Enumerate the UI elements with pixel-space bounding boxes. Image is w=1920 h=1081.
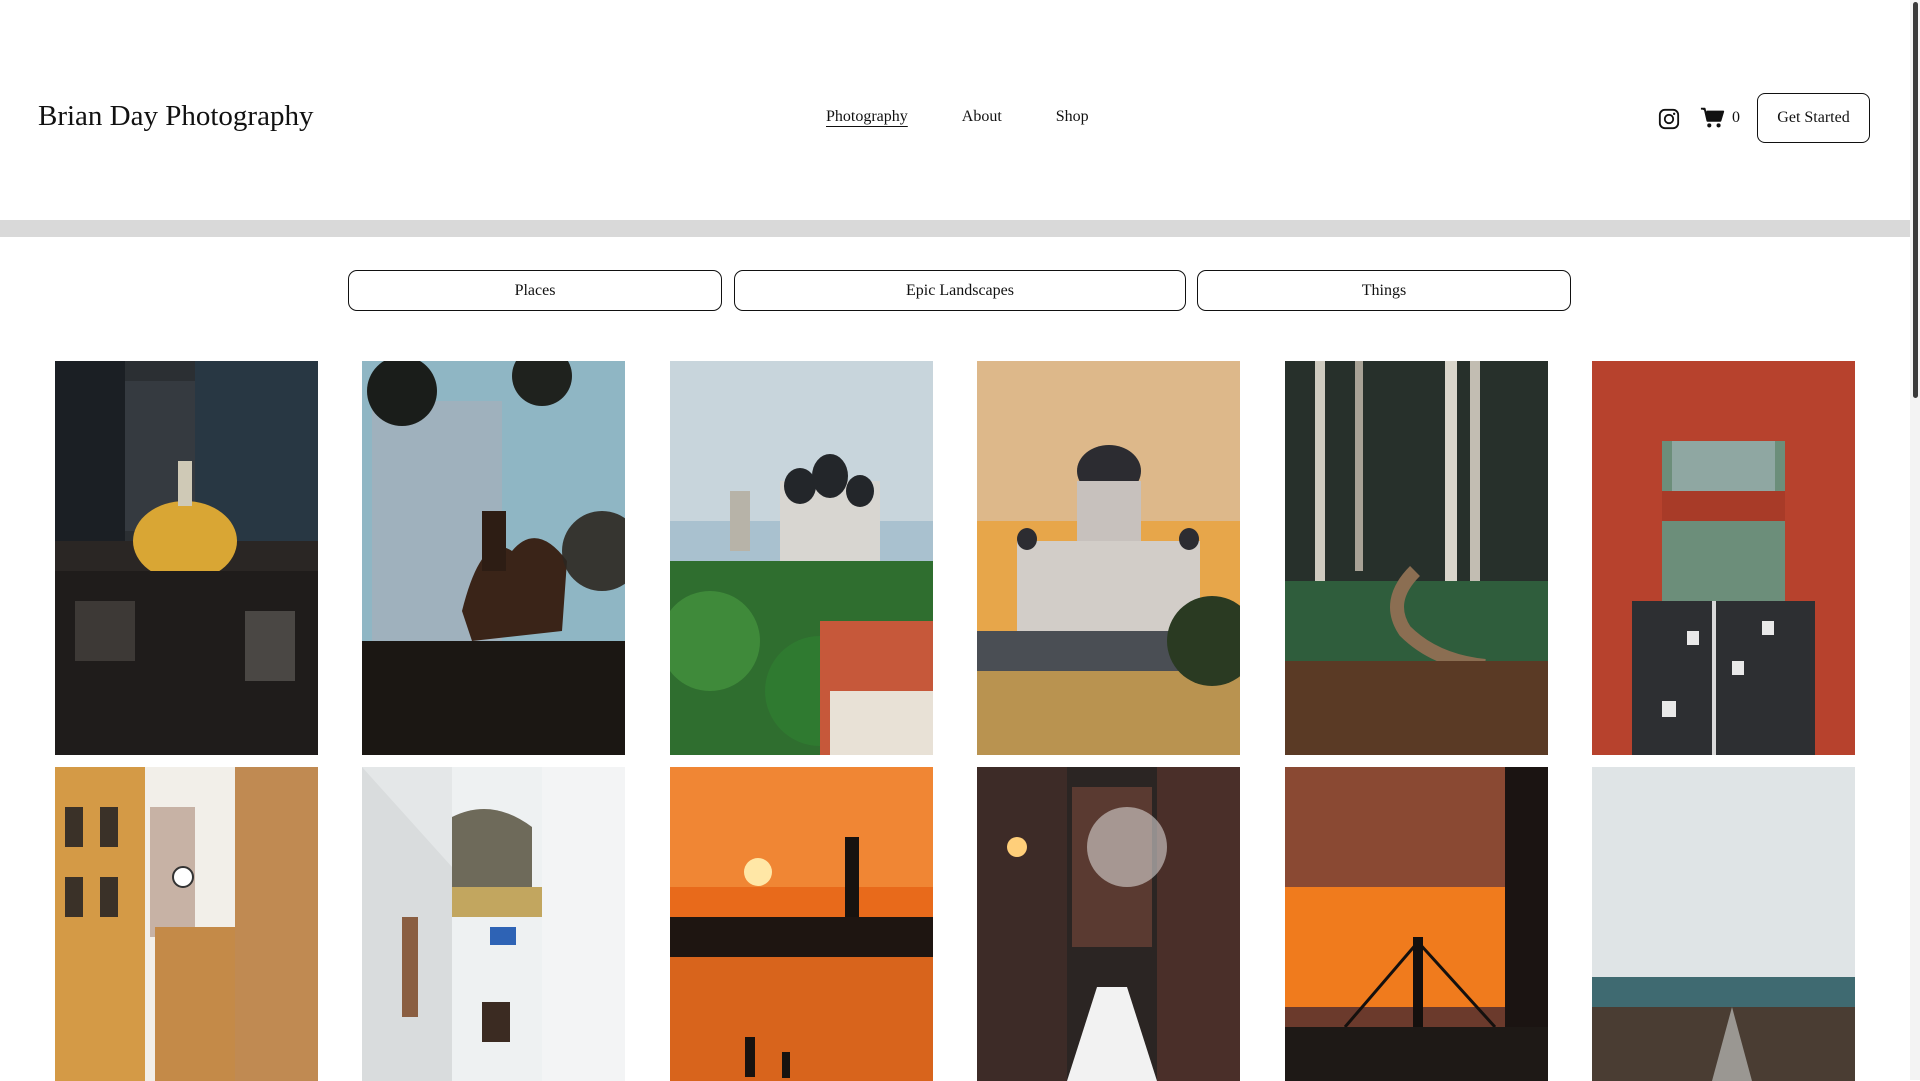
main-nav: Photography About Shop <box>826 108 1143 126</box>
filter-things[interactable]: Things <box>1197 270 1571 311</box>
photo-golden-dome-city[interactable] <box>55 361 318 755</box>
site-title[interactable]: Brian Day Photography <box>38 100 313 133</box>
photo-forest-boardwalk[interactable] <box>1285 361 1548 755</box>
cart-count: 0 <box>1732 109 1740 126</box>
site-header: Brian Day Photography Photography About … <box>0 0 1910 220</box>
nav-item-shop[interactable]: Shop <box>1056 108 1089 126</box>
filter-places[interactable]: Places <box>348 270 722 311</box>
page-scrollbar-thumb[interactable] <box>1913 2 1918 398</box>
instagram-icon[interactable] <box>1658 108 1680 130</box>
photo-equestrian-statue[interactable] <box>362 361 625 755</box>
section-divider <box>0 220 1910 237</box>
photo-cathedral-old-town[interactable] <box>670 361 933 755</box>
get-started-button[interactable]: Get Started <box>1757 93 1870 143</box>
gallery-filters: Places Epic Landscapes Things <box>0 270 1910 311</box>
cart-button[interactable]: 0 <box>1700 106 1740 130</box>
photo-red-bridge-traffic[interactable] <box>1592 361 1855 755</box>
photo-clock-tower-alley[interactable] <box>55 767 318 1081</box>
nav-item-about[interactable]: About <box>962 108 1002 126</box>
photo-bridge-sunset-road[interactable] <box>1285 767 1548 1081</box>
photo-cathedral-sunset[interactable] <box>977 361 1240 755</box>
photo-sunset-obelisk-beach[interactable] <box>670 767 933 1081</box>
photo-stormy-coast-road[interactable] <box>1592 767 1855 1081</box>
nav-item-photography[interactable]: Photography <box>826 108 908 126</box>
photo-white-alley-flag[interactable] <box>362 767 625 1081</box>
photo-snowy-brick-alley[interactable] <box>977 767 1240 1081</box>
filter-epic-landscapes[interactable]: Epic Landscapes <box>734 270 1186 311</box>
cart-icon <box>1700 107 1725 128</box>
